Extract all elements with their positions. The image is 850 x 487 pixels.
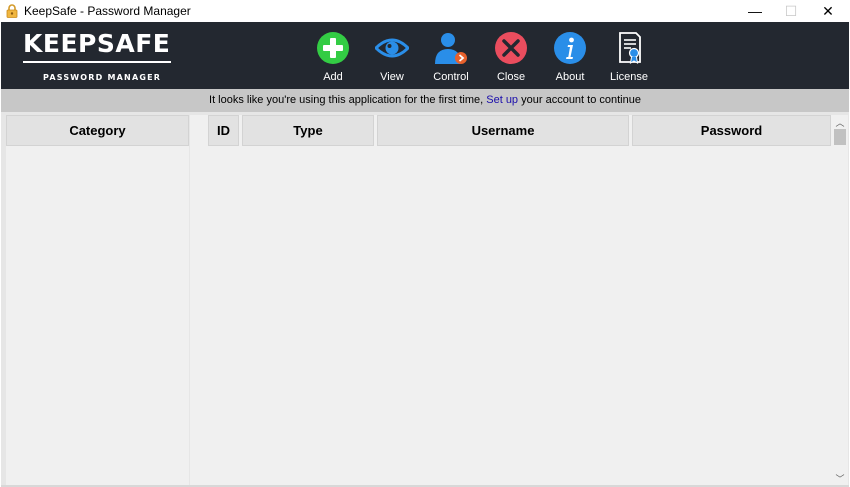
scroll-down-arrow-icon[interactable]: ﹀ <box>832 471 848 485</box>
user-control-icon <box>435 33 467 64</box>
column-header-username[interactable]: Username <box>377 115 629 146</box>
close-button[interactable]: Close <box>481 29 541 87</box>
add-button[interactable]: Add <box>303 29 363 87</box>
eye-icon <box>375 38 409 58</box>
app-header: KEEPSAFE PASSWORD MANAGER Add View Contr… <box>1 22 849 89</box>
view-label: View <box>380 71 404 83</box>
notice-text-before: It looks like you're using this applicat… <box>209 94 484 106</box>
column-header-id[interactable]: ID <box>208 115 239 146</box>
close-window-button[interactable]: ✕ <box>810 0 846 22</box>
category-list[interactable]: Category <box>6 115 189 485</box>
add-label: Add <box>323 71 343 83</box>
scroll-up-arrow-icon[interactable]: ︿ <box>832 115 848 129</box>
first-run-notice: It looks like you're using this applicat… <box>1 89 849 112</box>
logo-divider <box>23 61 171 63</box>
control-button[interactable]: Control <box>421 29 481 87</box>
main-content: Category ︿ ﹀ ID Type Username Password ︿… <box>1 112 849 486</box>
scroll-thumb[interactable] <box>834 129 846 145</box>
certificate-icon <box>619 32 641 64</box>
window-title: KeepSafe - Password Manager <box>24 4 191 18</box>
info-circle-icon <box>554 32 586 64</box>
password-table[interactable]: ID Type Username Password <box>192 115 832 485</box>
control-label: Control <box>433 71 469 83</box>
logo-title: KEEPSAFE <box>23 29 171 58</box>
close-circle-icon <box>495 32 527 64</box>
close-label: Close <box>496 71 526 83</box>
title-bar: KeepSafe - Password Manager — ☐ ✕ <box>0 0 850 22</box>
column-header-password[interactable]: Password <box>632 115 831 146</box>
about-button[interactable]: About <box>540 29 600 87</box>
notice-text-after: your account to continue <box>521 94 641 106</box>
license-button[interactable]: License <box>599 29 659 87</box>
logo: KEEPSAFE PASSWORD MANAGER <box>23 30 175 82</box>
logo-subtitle: PASSWORD MANAGER <box>43 73 162 82</box>
license-label: License <box>610 71 648 83</box>
plus-circle-icon <box>317 32 349 64</box>
column-header-type[interactable]: Type <box>242 115 374 146</box>
table-scrollbar[interactable]: ︿ ﹀ <box>832 115 848 485</box>
app-lock-icon <box>6 4 18 18</box>
about-label: About <box>555 71 585 83</box>
view-button[interactable]: View <box>362 29 422 87</box>
minimize-button[interactable]: — <box>737 0 773 22</box>
maximize-button[interactable]: ☐ <box>773 0 809 22</box>
category-header[interactable]: Category <box>6 115 189 146</box>
setup-link[interactable]: Set up <box>486 94 518 106</box>
